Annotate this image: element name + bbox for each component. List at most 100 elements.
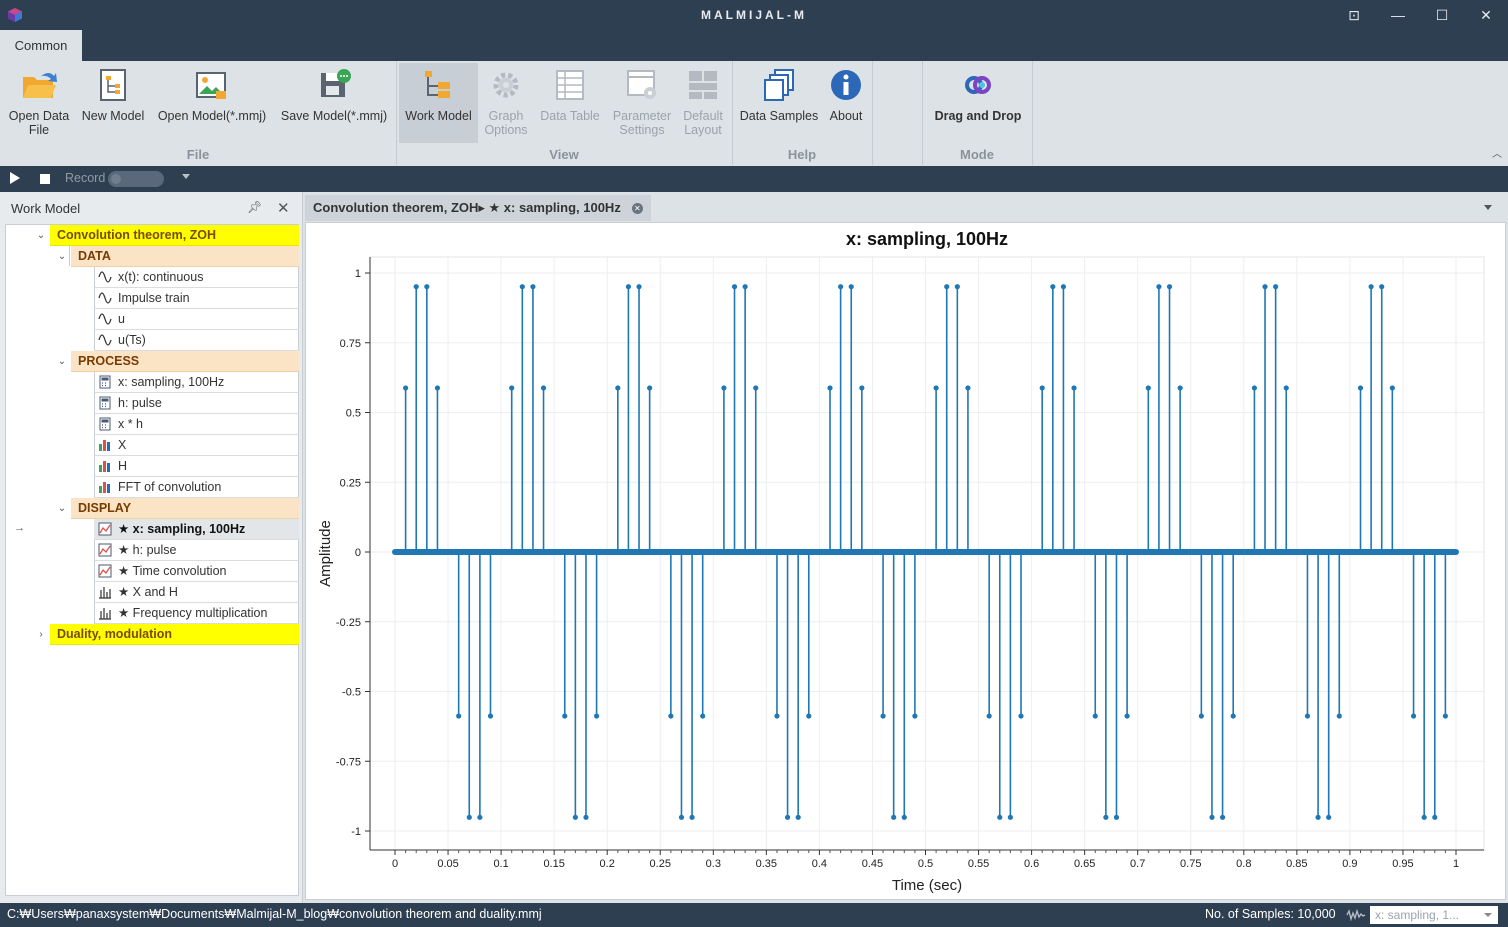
tree-section-process[interactable]: ⌄ PROCESS: [51, 351, 299, 372]
chart-title: x: sampling, 100Hz: [846, 229, 1008, 249]
waveform-icon: [1346, 908, 1366, 922]
stem-marker: [1071, 385, 1077, 391]
tree-group-convolution[interactable]: ⌄ Convolution theorem, ZOH: [30, 225, 299, 246]
stem-marker: [859, 385, 865, 391]
graph-selector-combo[interactable]: x: sampling, 1...: [1370, 906, 1498, 924]
stem-marker: [753, 385, 759, 391]
stem-marker: [1007, 814, 1013, 820]
x-tick-label: 0.9: [1342, 858, 1357, 870]
tree-item-display-time-convolution[interactable]: ★ Time convolution: [94, 561, 299, 582]
x-tick-label: 0.45: [862, 858, 883, 870]
parameter-settings-icon: [627, 70, 656, 99]
maximize-icon[interactable]: ☐: [1420, 0, 1464, 30]
x-tick-label: 0.65: [1074, 858, 1095, 870]
tree-item-x-sampling[interactable]: x: sampling, 100Hz: [94, 372, 299, 393]
close-tab-icon[interactable]: ✕: [631, 203, 643, 214]
tab-common[interactable]: Common: [0, 30, 82, 61]
collapse-ribbon-icon[interactable]: ︿: [1492, 145, 1502, 160]
data-table-button[interactable]: Data Table: [536, 63, 604, 143]
ribbon: Open Data File New Model Open Model(*.mm…: [0, 61, 1508, 166]
tree-item-u-ts[interactable]: u(Ts): [94, 330, 299, 351]
open-data-file-button[interactable]: Open Data File: [4, 63, 74, 143]
default-layout-label-2: Layout: [684, 123, 722, 137]
drag-and-drop-label: Drag and Drop: [934, 109, 1022, 123]
x-tick-label: 0.25: [650, 858, 671, 870]
document-tab[interactable]: Convolution theorem, ZOH▸ ★ x: sampling,…: [305, 195, 651, 221]
x-tick-label: 0.05: [437, 858, 458, 870]
tree-item-u[interactable]: u: [94, 309, 299, 330]
minimize-icon[interactable]: —: [1376, 0, 1420, 30]
model-tree: ⌄ Convolution theorem, ZOH ⌄ DATA x(t): …: [5, 224, 299, 896]
play-icon[interactable]: [10, 172, 20, 184]
open-model-button[interactable]: Open Model(*.mmj): [154, 63, 270, 143]
graph-options-button[interactable]: Graph Options: [480, 63, 532, 143]
default-layout-label-1: Default: [683, 109, 723, 123]
stem-marker: [1336, 713, 1342, 719]
tree-section-data[interactable]: ⌄ DATA: [51, 246, 299, 267]
collapse-chevron-icon[interactable]: ⌄: [34, 225, 48, 246]
x-tick-label: 0.1: [493, 858, 508, 870]
stop-icon[interactable]: [40, 174, 50, 184]
tree-item-X[interactable]: X: [94, 435, 299, 456]
stem-marker: [403, 385, 409, 391]
tree-item-impulse-train[interactable]: Impulse train: [94, 288, 299, 309]
work-model-panel-header: Work Model 📌︎ ✕: [0, 192, 303, 224]
save-model-button[interactable]: Save Model(*.mmj): [276, 63, 392, 143]
data-samples-button[interactable]: Data Samples: [738, 63, 820, 143]
tree-item-x-continuous[interactable]: x(t): continuous: [94, 267, 299, 288]
tree-group-duality[interactable]: › Duality, modulation: [30, 624, 299, 645]
expand-chevron-icon[interactable]: ›: [34, 624, 48, 645]
tree-item-display-x-sampling[interactable]: ★ x: sampling, 100Hz: [94, 519, 299, 540]
tree-item-fft-of-convolution[interactable]: FFT of convolution: [94, 477, 299, 498]
restore-layout-icon[interactable]: ⊡: [1332, 0, 1376, 30]
collapse-chevron-icon[interactable]: ⌄: [55, 351, 69, 372]
stem-marker: [678, 814, 685, 820]
stem-chart[interactable]: x: sampling, 100Hz 0 0.05 0.1 0.15 0.2 0.25 0.3…: [306, 223, 1505, 899]
about-button[interactable]: About: [822, 63, 870, 143]
record-toggle[interactable]: [108, 171, 164, 187]
record-dropdown-icon[interactable]: [182, 174, 190, 179]
tree-item-display-frequency-multiplication[interactable]: ★ Frequency multiplication: [94, 603, 299, 624]
stem-marker: [912, 713, 918, 719]
x-tick-label: 0.75: [1180, 858, 1201, 870]
y-tick-label: 1: [355, 268, 361, 280]
stem-marker: [997, 814, 1003, 820]
group-label-file: File: [186, 147, 210, 162]
combo-dropdown-icon[interactable]: [1484, 913, 1492, 917]
stem-marker: [1379, 284, 1385, 290]
work-model-button[interactable]: Work Model: [399, 63, 478, 143]
collapse-chevron-icon[interactable]: ⌄: [55, 246, 69, 267]
bar-chart-icon: [99, 482, 110, 493]
collapse-chevron-icon[interactable]: ⌄: [55, 498, 69, 519]
status-bar: C:₩Users₩panaxsystem₩Documents₩Malmijal-…: [0, 903, 1508, 927]
x-tick-label: 0.8: [1236, 858, 1251, 870]
tree-item-H[interactable]: H: [94, 456, 299, 477]
x-tick-label: 0.5: [918, 858, 933, 870]
stem-marker: [1273, 284, 1279, 290]
line-chart-icon: [98, 522, 112, 536]
calculator-icon: [99, 396, 111, 410]
close-icon[interactable]: ✕: [1464, 0, 1508, 30]
tree-item-label: x: sampling, 100Hz: [118, 375, 225, 389]
tree-group-convolution-label: Convolution theorem, ZOH: [50, 225, 299, 246]
close-panel-icon[interactable]: ✕: [277, 199, 290, 217]
open-model-icon: [196, 72, 226, 99]
tree-item-x-conv-h[interactable]: x * h: [94, 414, 299, 435]
document-menu-dropdown-icon[interactable]: [1484, 205, 1492, 210]
tree-item-display-x-and-h[interactable]: ★ X and H: [94, 582, 299, 603]
stem-marker: [1251, 385, 1258, 391]
tree-item-display-h-pulse[interactable]: ★ h: pulse: [94, 540, 299, 561]
parameter-settings-button[interactable]: Parameter Settings: [608, 63, 676, 143]
y-tick-label: 0: [355, 547, 361, 559]
default-layout-button[interactable]: Default Layout: [678, 63, 728, 143]
tree-section-display[interactable]: ⌄ DISPLAY: [51, 498, 299, 519]
stem-marker: [838, 284, 844, 290]
x-tick-label: 0.15: [543, 858, 564, 870]
title-bar: MALMIJAL-M ⊡ — ☐ ✕: [0, 0, 1508, 30]
tree-item-h-pulse[interactable]: h: pulse: [94, 393, 299, 414]
drag-and-drop-button[interactable]: Drag and Drop: [926, 63, 1030, 143]
stem-marker: [954, 284, 960, 290]
tree-item-label: ★ x: sampling, 100Hz: [118, 522, 246, 536]
new-model-button[interactable]: New Model: [78, 63, 148, 143]
pin-icon[interactable]: 📌︎: [247, 200, 262, 214]
